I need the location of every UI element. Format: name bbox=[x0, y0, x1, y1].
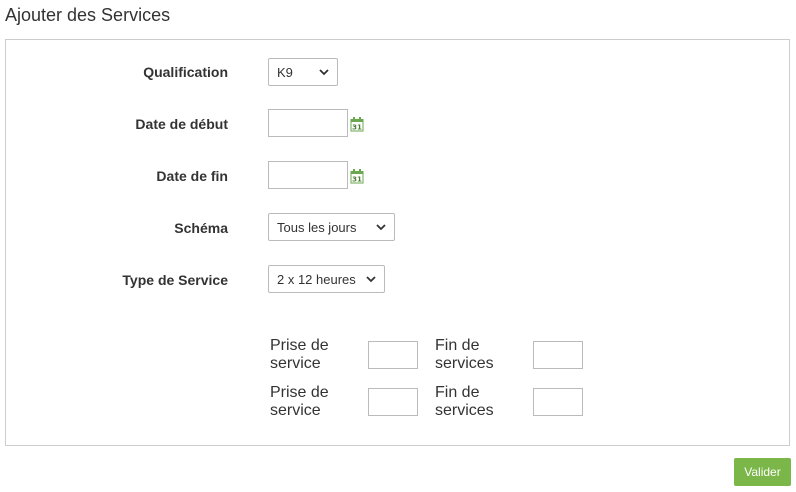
schema-select[interactable]: Tous les jours bbox=[268, 213, 395, 241]
calendar-icon[interactable]: 31 bbox=[350, 169, 364, 184]
fin-services-input[interactable] bbox=[533, 388, 583, 416]
form-panel bbox=[5, 39, 790, 446]
chevron-down-icon bbox=[376, 223, 386, 230]
date-debut-input[interactable] bbox=[268, 109, 348, 137]
qualification-value: K9 bbox=[277, 64, 293, 80]
prise-service-input[interactable] bbox=[368, 388, 418, 416]
prise-service-label: Prise de service bbox=[270, 337, 329, 372]
chevron-down-icon bbox=[319, 68, 329, 75]
type-service-label: Type de Service bbox=[122, 272, 228, 288]
svg-text:31: 31 bbox=[352, 176, 362, 184]
page-title: Ajouter des Services bbox=[5, 5, 171, 25]
qualification-select[interactable]: K9 bbox=[268, 58, 338, 86]
valider-button[interactable]: Valider bbox=[734, 458, 791, 486]
prise-service-input[interactable] bbox=[368, 341, 418, 369]
calendar-icon[interactable]: 31 bbox=[350, 117, 364, 132]
prise-service-label: Prise de service bbox=[270, 384, 329, 419]
fin-services-label: Fin de services bbox=[435, 384, 494, 419]
qualification-label: Qualification bbox=[143, 64, 228, 80]
schema-label: Schéma bbox=[174, 220, 228, 236]
date-debut-label: Date de début bbox=[135, 116, 228, 132]
type-service-value: 2 x 12 heures bbox=[277, 271, 356, 287]
type-service-select[interactable]: 2 x 12 heures bbox=[268, 265, 385, 293]
date-fin-input[interactable] bbox=[268, 161, 348, 189]
chevron-down-icon bbox=[366, 275, 376, 282]
fin-services-label: Fin de services bbox=[435, 337, 494, 372]
svg-text:31: 31 bbox=[352, 124, 362, 132]
schema-value: Tous les jours bbox=[277, 219, 357, 235]
fin-services-input[interactable] bbox=[533, 341, 583, 369]
date-fin-label: Date de fin bbox=[156, 168, 228, 184]
